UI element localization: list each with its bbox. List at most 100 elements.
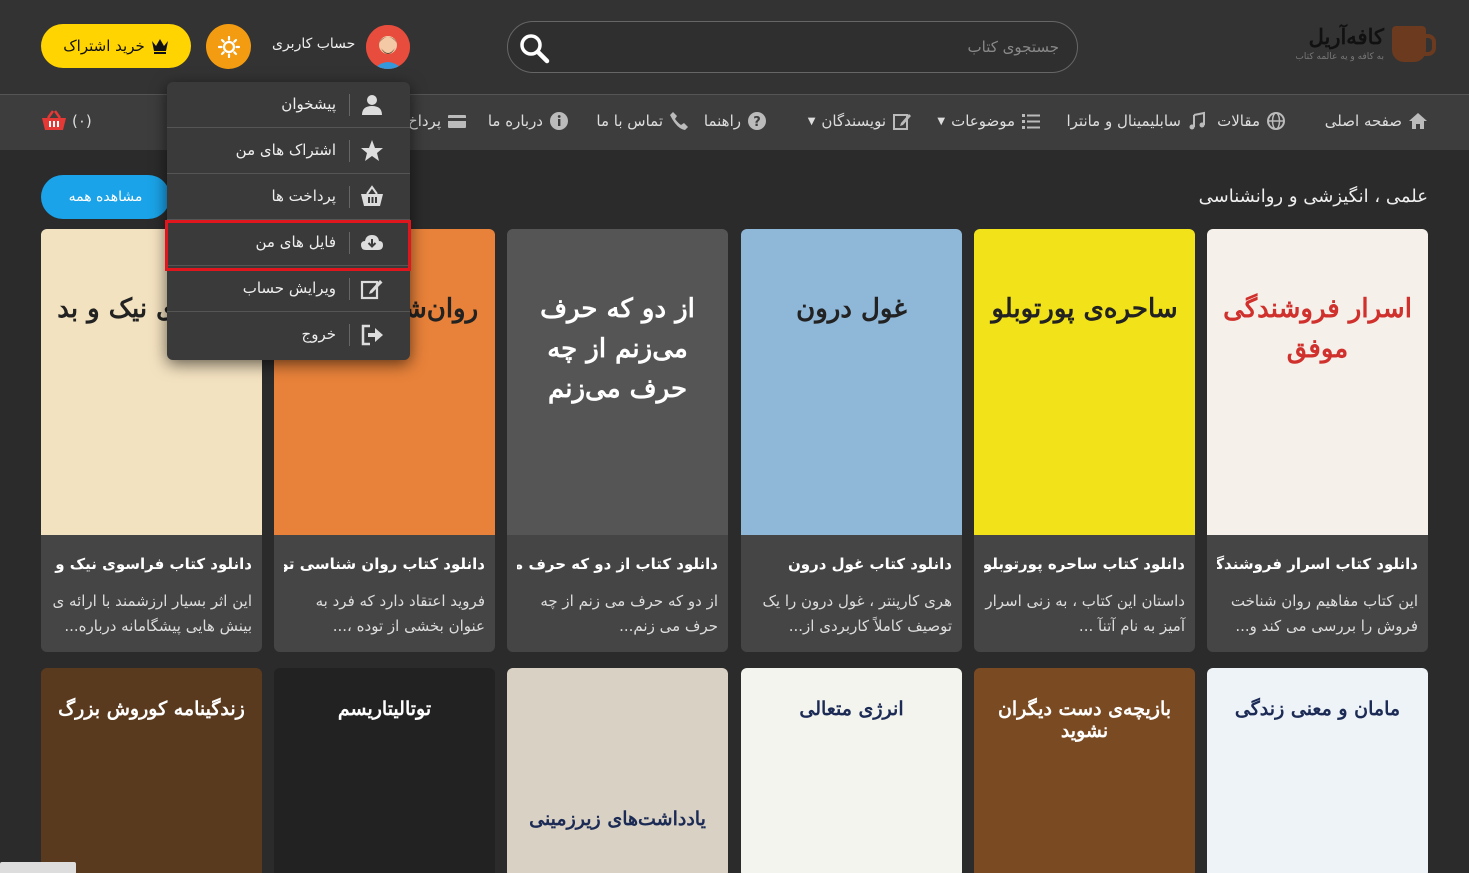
search-icon[interactable]	[518, 32, 550, 64]
nav-item-label: صفحه اصلی	[1324, 112, 1402, 130]
book-title[interactable]: دانلود کتاب اسرار فروشندگی ...	[1217, 555, 1418, 573]
basket-icon	[42, 110, 66, 130]
book-cover-title: اسرار فروشندگی موفق	[1223, 294, 1412, 364]
book-cover[interactable]: غول درون	[741, 229, 962, 535]
dropdown-item-edit-account[interactable]: ویرایش حساب	[167, 266, 410, 312]
nav-item-topics[interactable]: موضوعات ▼	[937, 111, 1041, 131]
edit-icon	[360, 280, 383, 300]
divider	[349, 140, 350, 162]
nav-item-label: نویسندگان	[821, 112, 886, 130]
book-cover[interactable]: از دو که حرف می‌زنم از چه حرف می‌زنم	[507, 229, 728, 535]
divider	[349, 186, 350, 208]
book-title[interactable]: دانلود کتاب روان شناسی تود...	[284, 555, 485, 573]
nav-item-label: پرداخ	[408, 112, 441, 130]
book-card[interactable]: یادداشت‌های زیرزمینی	[507, 668, 728, 873]
account-menu-label[interactable]: حساب کاربری	[272, 36, 355, 52]
nav-item-label: درباره ما	[487, 112, 543, 130]
dropdown-item-label: ویرایش حساب	[242, 279, 336, 297]
dropdown-item-logout[interactable]: خروج	[167, 312, 410, 358]
basket-icon	[361, 185, 383, 206]
highlight-box	[165, 220, 411, 271]
book-description: این اثر بسیار ارزشمند با ارائه ی بینش ها…	[52, 592, 252, 635]
book-card[interactable]: از دو که حرف می‌زنم از چه حرف می‌زنم دانل…	[507, 229, 728, 652]
book-title[interactable]: دانلود کتاب از دو که حرف مـ...	[517, 555, 718, 573]
buy-subscription-label: خرید اشتراک	[63, 37, 145, 55]
nav-item-home[interactable]: صفحه اصلی	[1325, 111, 1428, 131]
nav-item-label: موضوعات	[951, 112, 1015, 130]
nav-item-guide[interactable]: ? راهنما	[704, 111, 767, 131]
dropdown-item-payments[interactable]: پرداخت ها	[167, 174, 410, 220]
search-input[interactable]	[589, 34, 1059, 60]
nav-item-payment[interactable]: پرداخ	[408, 111, 467, 131]
nav-item-articles[interactable]: مقالات	[1217, 111, 1286, 131]
book-cover-title: بازیچه‌ی دست دیگران نشوید	[997, 698, 1172, 742]
cart-button[interactable]: (۰)	[40, 110, 92, 132]
chevron-down-icon: ▼	[937, 115, 946, 127]
book-cover-title: غول درون	[796, 294, 907, 324]
globe-icon	[1267, 112, 1285, 130]
nav-item-contact[interactable]: تماس با ما	[596, 111, 689, 131]
divider	[349, 94, 350, 116]
dropdown-item-label: پرداخت ها	[271, 187, 336, 205]
book-card[interactable]: توتالیتاریسم	[274, 668, 495, 873]
svg-text:?: ?	[753, 115, 761, 130]
nav-item-authors[interactable]: نویسندگان ▼	[808, 111, 912, 131]
book-title[interactable]: دانلود کتاب فراسوی نیک و بد	[51, 555, 252, 573]
book-description: هری کارپنتر ، غول درون را یک توصیف کاملا…	[762, 592, 952, 635]
divider	[349, 324, 350, 346]
book-card[interactable]: غول درون دانلود کتاب غول درون هری کارپنتر …	[741, 229, 962, 652]
section-title: علمی ، انگیزشی و روانشناسی	[1198, 186, 1428, 207]
info-icon	[550, 112, 568, 130]
phone-icon	[670, 112, 688, 130]
book-card[interactable]: بازیچه‌ی دست دیگران نشوید	[974, 668, 1195, 873]
nav-item-about[interactable]: درباره ما	[488, 111, 569, 131]
buy-subscription-button[interactable]: خرید اشتراک	[41, 24, 191, 68]
chevron-down-icon: ▼	[807, 115, 816, 127]
nav-item-label: سابلیمینال و مانترا	[1066, 112, 1181, 130]
view-all-button[interactable]: مشاهده همه	[41, 175, 170, 219]
crown-icon	[151, 39, 168, 54]
book-cover-title: ساحره‌ی پورتوبلو	[991, 294, 1178, 324]
home-icon	[1409, 113, 1427, 129]
book-card[interactable]: زندگینامه کوروش بزرگ	[41, 668, 262, 873]
user-avatar-icon	[366, 25, 410, 69]
cart-count: (۰)	[72, 112, 92, 130]
theme-toggle-button[interactable]	[206, 24, 251, 69]
book-card[interactable]: انرژی متعالی	[741, 668, 962, 873]
music-icon	[1189, 111, 1205, 130]
list-icon	[1022, 114, 1040, 129]
logo-tagline: به کافه و یه عالمه کتاب	[1295, 52, 1384, 62]
card-icon	[448, 115, 466, 128]
book-card[interactable]: اسرار فروشندگی موفق دانلود کتاب اسرار فرو…	[1207, 229, 1428, 652]
search-box	[507, 21, 1078, 73]
book-description: از دو که حرف می زنم از چه حرف می زنم...	[540, 592, 718, 635]
book-description: فروید اعتقاد دارد که فرد به عنوان بخشی ا…	[315, 592, 485, 635]
book-cover[interactable]: اسرار فروشندگی موفق	[1207, 229, 1428, 535]
sign-out-icon	[361, 324, 383, 346]
book-cover-title: مامان و معنی زندگی	[1234, 698, 1401, 720]
dropdown-item-subscriptions[interactable]: اشتراک های من	[167, 128, 410, 174]
book-card[interactable]: مامان و معنی زندگی	[1207, 668, 1428, 873]
book-cover-title: یادداشت‌های زیرزمینی	[529, 808, 706, 830]
avatar[interactable]	[366, 25, 410, 69]
book-card[interactable]: ساحره‌ی پورتوبلو دانلود کتاب ساحره پورتوب…	[974, 229, 1195, 652]
book-title[interactable]: دانلود کتاب ساحره پورتوبلو	[984, 555, 1185, 573]
book-cover[interactable]: ساحره‌ی پورتوبلو	[974, 229, 1195, 535]
book-description: این کتاب مفاهیم روان شناخت فروش را بررسی…	[1230, 592, 1418, 635]
nav-item-label: راهنما	[703, 112, 741, 130]
sun-icon	[217, 35, 240, 58]
book-title[interactable]: دانلود کتاب غول درون	[751, 555, 952, 573]
book-cover-title: انرژی متعالی	[799, 698, 904, 720]
nav-item-subliminal[interactable]: سابلیمینال و مانترا	[1066, 111, 1207, 131]
site-logo[interactable]: کافه‌آریل به کافه و یه عالمه کتاب	[1290, 18, 1436, 68]
dropdown-item-label: اشتراک های من	[235, 141, 336, 159]
divider	[349, 278, 350, 300]
question-icon: ?	[748, 112, 766, 130]
logo-name: کافه‌آریل	[1308, 24, 1384, 49]
book-cover-title: زندگینامه کوروش بزرگ	[58, 698, 245, 720]
edit-icon	[893, 114, 911, 130]
coffee-cup-icon	[1392, 26, 1436, 62]
status-bar	[0, 862, 76, 873]
dropdown-item-dashboard[interactable]: پیشخوان	[167, 82, 410, 128]
book-cover-title: از دو که حرف می‌زنم از چه حرف می‌زنم	[540, 294, 695, 404]
